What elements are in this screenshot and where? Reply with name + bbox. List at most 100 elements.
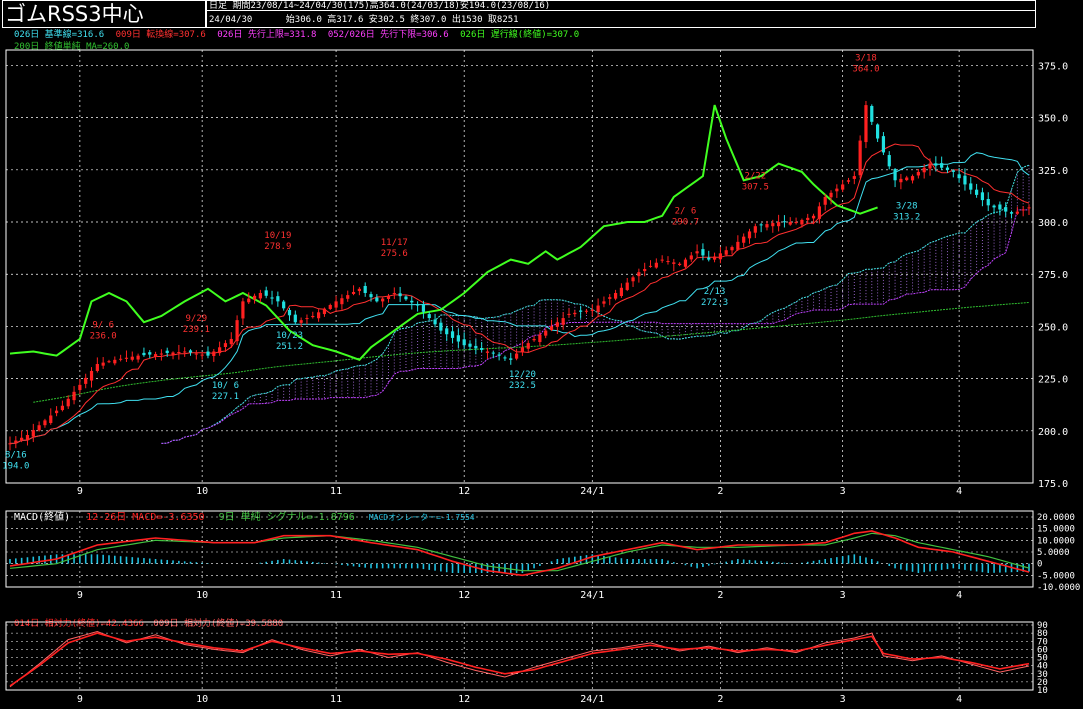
candle-body	[573, 312, 577, 315]
candle-body	[666, 260, 670, 262]
candle-body	[340, 298, 344, 305]
candle-body	[136, 355, 140, 360]
candle-body	[712, 256, 717, 260]
y-tick-label: 325.0	[1038, 166, 1068, 177]
candle-body	[747, 231, 752, 239]
candle-body	[485, 351, 490, 353]
candle-body	[887, 155, 891, 167]
y-tick-label: 225.0	[1038, 375, 1068, 386]
annotation-date: 3/18	[855, 53, 877, 63]
rs-x-tick: 12	[458, 694, 470, 705]
candle-body	[357, 288, 361, 292]
candle-body	[998, 204, 1002, 210]
candle-body	[107, 361, 111, 363]
candle-body	[218, 347, 222, 354]
rs-panel-frame	[5, 621, 1034, 691]
candle-body	[346, 295, 350, 299]
rs-x-tick: 10	[196, 694, 208, 705]
candle-body	[363, 285, 367, 294]
candle-body	[369, 294, 373, 298]
candle-body	[124, 357, 129, 359]
candle-body	[1015, 211, 1019, 214]
x-tick-label: 9	[77, 486, 83, 497]
candle-body	[683, 259, 688, 267]
candle-body	[293, 314, 297, 323]
candle-body	[200, 354, 204, 356]
kijun-line	[9, 152, 1030, 444]
candle-body	[235, 320, 239, 342]
candle-body	[381, 298, 385, 302]
annotation-value: 232.5	[509, 381, 536, 391]
candle-body	[14, 440, 18, 444]
candle-body	[398, 293, 402, 297]
annotation-date: 12/20	[509, 370, 536, 380]
candle-body	[986, 198, 990, 206]
candle-body	[148, 352, 152, 355]
candle-body	[43, 420, 47, 426]
candle-body	[520, 347, 525, 353]
macd-x-tick: 9	[77, 590, 83, 601]
rs-x-tick: 11	[330, 694, 342, 705]
rs-x-tick: 24/1	[580, 694, 604, 705]
macd-x-tick: 2	[717, 590, 723, 601]
candle-body	[730, 247, 734, 251]
annotation-value: 290.7	[672, 217, 699, 227]
candle-body	[817, 206, 821, 219]
x-tick-label: 12	[458, 486, 470, 497]
annotation-date: 9/ 6	[92, 321, 114, 331]
candle-body	[78, 384, 82, 391]
macd-x-tick: 11	[330, 590, 342, 601]
candle-body	[835, 188, 839, 192]
chikou-line	[9, 104, 878, 361]
macd-y-tick: -5.0000	[1037, 571, 1075, 581]
candle-body	[404, 296, 408, 300]
candle-body	[648, 265, 653, 267]
candle-body	[72, 391, 76, 401]
candle-body	[660, 259, 664, 261]
candle-body	[317, 312, 321, 319]
macd-y-tick: 0	[1037, 560, 1042, 570]
candle-body	[742, 236, 746, 243]
candle-body	[637, 272, 641, 277]
candle-body	[66, 398, 70, 407]
candle-body	[806, 217, 810, 221]
candle-body	[753, 226, 757, 233]
candle-body	[555, 322, 559, 327]
candle-body	[468, 343, 472, 347]
candle-body	[596, 305, 600, 313]
candle-body	[206, 351, 210, 356]
candle-body	[287, 309, 292, 316]
candle-body	[893, 169, 897, 181]
candle-body	[590, 309, 594, 311]
main-panel-frame	[5, 49, 1034, 484]
annotation-date: 10/ 6	[212, 381, 239, 391]
candle-body	[188, 350, 193, 353]
candle-body	[462, 339, 466, 346]
candle-body	[270, 297, 274, 299]
candle-body	[800, 219, 804, 225]
candle-body	[171, 352, 175, 355]
candle-body	[264, 290, 268, 296]
candle-body	[736, 241, 740, 250]
y-tick-label: 375.0	[1038, 61, 1068, 72]
candle-body	[858, 140, 862, 176]
rs-x-tick: 9	[77, 694, 83, 705]
rs-x-tick: 3	[840, 694, 846, 705]
candle-body	[544, 330, 548, 336]
candle-body	[1027, 207, 1031, 209]
candle-body	[963, 175, 967, 185]
candle-body	[165, 350, 169, 354]
candle-body	[113, 359, 117, 364]
candle-body	[31, 430, 35, 437]
macd-line	[9, 530, 1030, 577]
annotation-value: 307.5	[742, 182, 769, 192]
candle-body	[678, 263, 682, 266]
y-tick-label: 175.0	[1038, 479, 1068, 490]
candle-body	[695, 251, 699, 254]
candle-body	[54, 410, 59, 414]
candle-body	[881, 136, 886, 153]
x-tick-label: 3	[840, 486, 846, 497]
macd-y-tick: 15.0000	[1037, 525, 1075, 535]
candle-body	[1009, 212, 1014, 214]
candle-body	[549, 326, 554, 331]
